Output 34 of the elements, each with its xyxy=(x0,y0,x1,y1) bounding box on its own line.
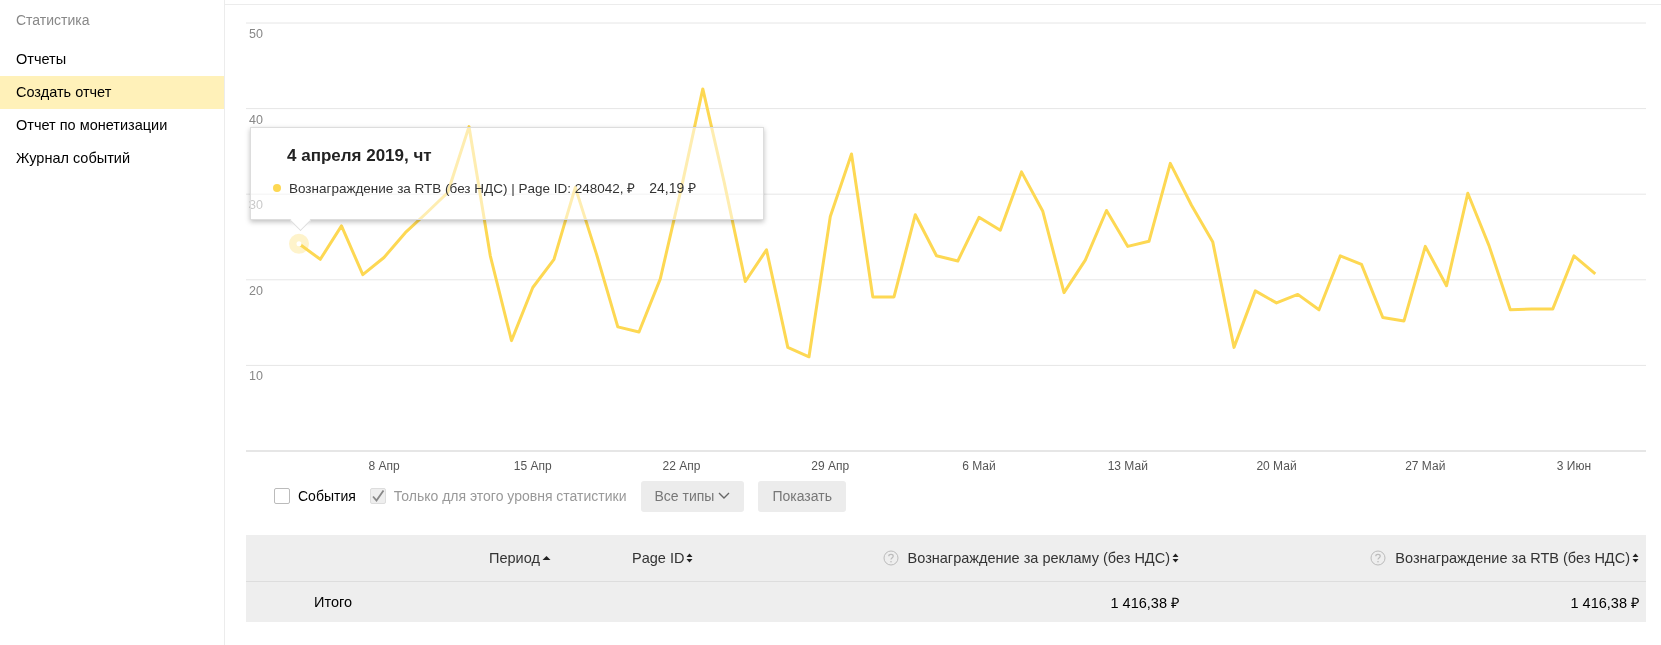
x-tick-label: 27 Май xyxy=(1405,459,1446,473)
sidebar-item[interactable]: Журнал событий xyxy=(0,142,224,175)
x-tick-label: 3 Июн xyxy=(1556,459,1592,473)
x-tick-label: 6 Май xyxy=(962,459,996,473)
type-dropdown[interactable]: Все типы xyxy=(640,480,745,512)
hover-point-marker xyxy=(289,233,309,254)
tooltip-value: 24,19 ₽ xyxy=(649,179,697,197)
y-tick-label: 40 xyxy=(249,112,263,127)
sidebar-item[interactable]: Отчет по монетизации xyxy=(0,109,224,142)
x-tick-label: 22 Апр xyxy=(662,459,701,473)
y-tick-label: 10 xyxy=(249,369,263,384)
tooltip-series-label: Вознаграждение за RTB (без НДС) | Page ID: 248042, ₽ xyxy=(289,179,636,197)
y-tick-label: 20 xyxy=(249,283,263,298)
x-tick-label: 29 Апр xyxy=(811,459,850,473)
sidebar-item[interactable]: Отчеты xyxy=(0,43,224,76)
tooltip-title: 4 апреля 2019, чт xyxy=(287,146,433,166)
checkbox[interactable] xyxy=(274,488,290,504)
x-tick-label: 20 Май xyxy=(1256,459,1297,473)
checkbox-label[interactable]: События xyxy=(298,488,356,504)
column-header[interactable]: Вознаграждение за RTB (без НДС) xyxy=(1395,550,1630,566)
total-row-label: Итого xyxy=(314,594,352,610)
y-tick-label: 50 xyxy=(249,27,263,41)
table-cell-text: 1 416,38 ₽ xyxy=(1570,594,1639,612)
x-tick-label: 8 Апр xyxy=(368,459,400,473)
show-button[interactable]: Показать xyxy=(758,480,846,512)
x-tick-label: 15 Апр xyxy=(513,459,552,473)
sidebar-item[interactable]: Создать отчет xyxy=(0,76,224,109)
sidebar-title: Статистика xyxy=(15,12,91,30)
x-tick-label: 13 Май xyxy=(1107,459,1148,473)
table-cell-text: 1 416,38 ₽ xyxy=(1110,594,1179,612)
column-header[interactable]: Page ID xyxy=(632,550,685,566)
column-header[interactable]: Вознаграждение за рекламу (без НДС) xyxy=(907,550,1170,566)
column-header[interactable]: Период xyxy=(489,550,540,566)
chevron-down-icon xyxy=(718,492,731,500)
